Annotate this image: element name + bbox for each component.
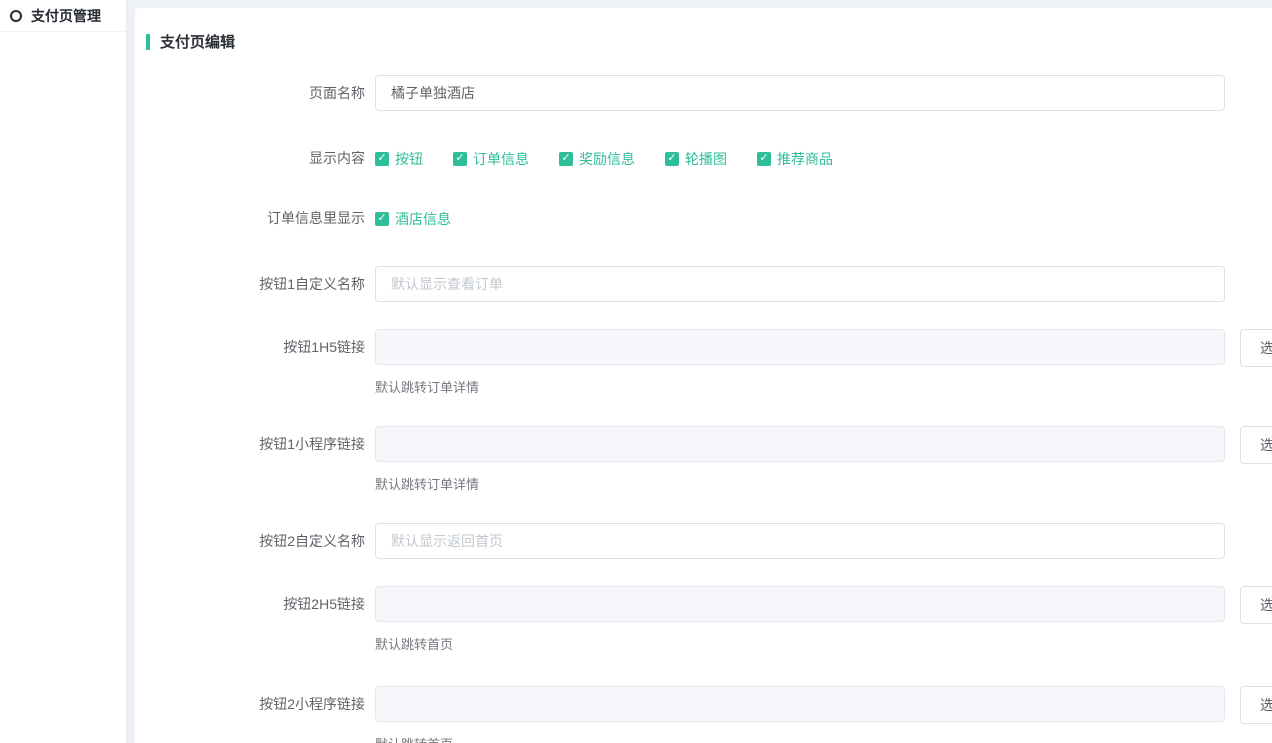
btn2-miniprogram-select-button[interactable]: 选 bbox=[1240, 686, 1272, 724]
title-accent-bar bbox=[146, 34, 150, 50]
form-row-btn2-h5-link: 按钮2H5链接 选 默认跳转首页 bbox=[135, 586, 1272, 654]
sidebar-item-label: 支付页管理 bbox=[31, 6, 101, 26]
btn2-custom-name-label: 按钮2自定义名称 bbox=[135, 523, 375, 559]
section-title-text: 支付页编辑 bbox=[160, 31, 235, 52]
btn2-h5-helper-text: 默认跳转首页 bbox=[375, 636, 1225, 654]
btn1-miniprogram-link-input bbox=[375, 426, 1225, 462]
checkbox-checked-icon bbox=[665, 152, 679, 166]
form-row-btn2-miniprogram-link: 按钮2小程序链接 选 默认跳转首页 bbox=[135, 686, 1272, 743]
checkbox-carousel[interactable]: 轮播图 bbox=[665, 149, 727, 169]
form-row-btn1-custom-name: 按钮1自定义名称 bbox=[135, 266, 1272, 302]
form-row-btn1-miniprogram-link: 按钮1小程序链接 选 默认跳转订单详情 bbox=[135, 426, 1272, 494]
btn2-h5-link-input bbox=[375, 586, 1225, 622]
btn1-miniprogram-link-label: 按钮1小程序链接 bbox=[135, 426, 375, 462]
display-content-label: 显示内容 bbox=[135, 149, 375, 168]
checkbox-checked-icon bbox=[375, 212, 389, 226]
btn1-miniprogram-helper-text: 默认跳转订单详情 bbox=[375, 476, 1225, 494]
btn2-h5-select-button[interactable]: 选 bbox=[1240, 586, 1272, 624]
page-name-label: 页面名称 bbox=[135, 75, 375, 111]
form-row-display-content: 显示内容 按钮 订单信息 奖励信息 轮播图 推荐商品 bbox=[135, 149, 1272, 168]
btn2-h5-link-label: 按钮2H5链接 bbox=[135, 586, 375, 622]
btn1-h5-link-input bbox=[375, 329, 1225, 365]
form-row-btn2-custom-name: 按钮2自定义名称 bbox=[135, 523, 1272, 559]
form-row-order-info-display: 订单信息里显示 酒店信息 bbox=[135, 209, 1272, 228]
page-name-input[interactable] bbox=[375, 75, 1225, 111]
checkbox-checked-icon bbox=[453, 152, 467, 166]
btn1-miniprogram-select-button[interactable]: 选 bbox=[1240, 426, 1272, 464]
btn1-h5-link-label: 按钮1H5链接 bbox=[135, 329, 375, 365]
btn1-custom-name-input[interactable] bbox=[375, 266, 1225, 302]
checkbox-order-info[interactable]: 订单信息 bbox=[453, 149, 529, 169]
form-row-page-name: 页面名称 bbox=[135, 75, 1272, 111]
btn2-miniprogram-helper-text: 默认跳转首页 bbox=[375, 736, 1225, 743]
order-info-display-label: 订单信息里显示 bbox=[135, 209, 375, 228]
btn2-miniprogram-link-label: 按钮2小程序链接 bbox=[135, 686, 375, 722]
btn1-h5-select-button[interactable]: 选 bbox=[1240, 329, 1272, 367]
checkbox-recommended-products[interactable]: 推荐商品 bbox=[757, 149, 833, 169]
checkbox-reward-info[interactable]: 奖励信息 bbox=[559, 149, 635, 169]
sidebar: 支付页管理 bbox=[0, 0, 127, 743]
checkbox-checked-icon bbox=[559, 152, 573, 166]
btn1-custom-name-label: 按钮1自定义名称 bbox=[135, 266, 375, 302]
content-card: 支付页编辑 页面名称 显示内容 按钮 订单信息 奖励信息 轮播图 bbox=[135, 8, 1272, 743]
btn2-miniprogram-link-input bbox=[375, 686, 1225, 722]
checkbox-hotel-info[interactable]: 酒店信息 bbox=[375, 209, 451, 229]
checkbox-buttons[interactable]: 按钮 bbox=[375, 149, 423, 169]
btn2-custom-name-input[interactable] bbox=[375, 523, 1225, 559]
circle-icon bbox=[10, 10, 22, 22]
sidebar-item-pay-page-management[interactable]: 支付页管理 bbox=[0, 0, 126, 32]
checkbox-checked-icon bbox=[757, 152, 771, 166]
section-title: 支付页编辑 bbox=[146, 33, 1272, 50]
btn1-h5-helper-text: 默认跳转订单详情 bbox=[375, 379, 1225, 397]
form-row-btn1-h5-link: 按钮1H5链接 选 默认跳转订单详情 bbox=[135, 329, 1272, 397]
checkbox-checked-icon bbox=[375, 152, 389, 166]
